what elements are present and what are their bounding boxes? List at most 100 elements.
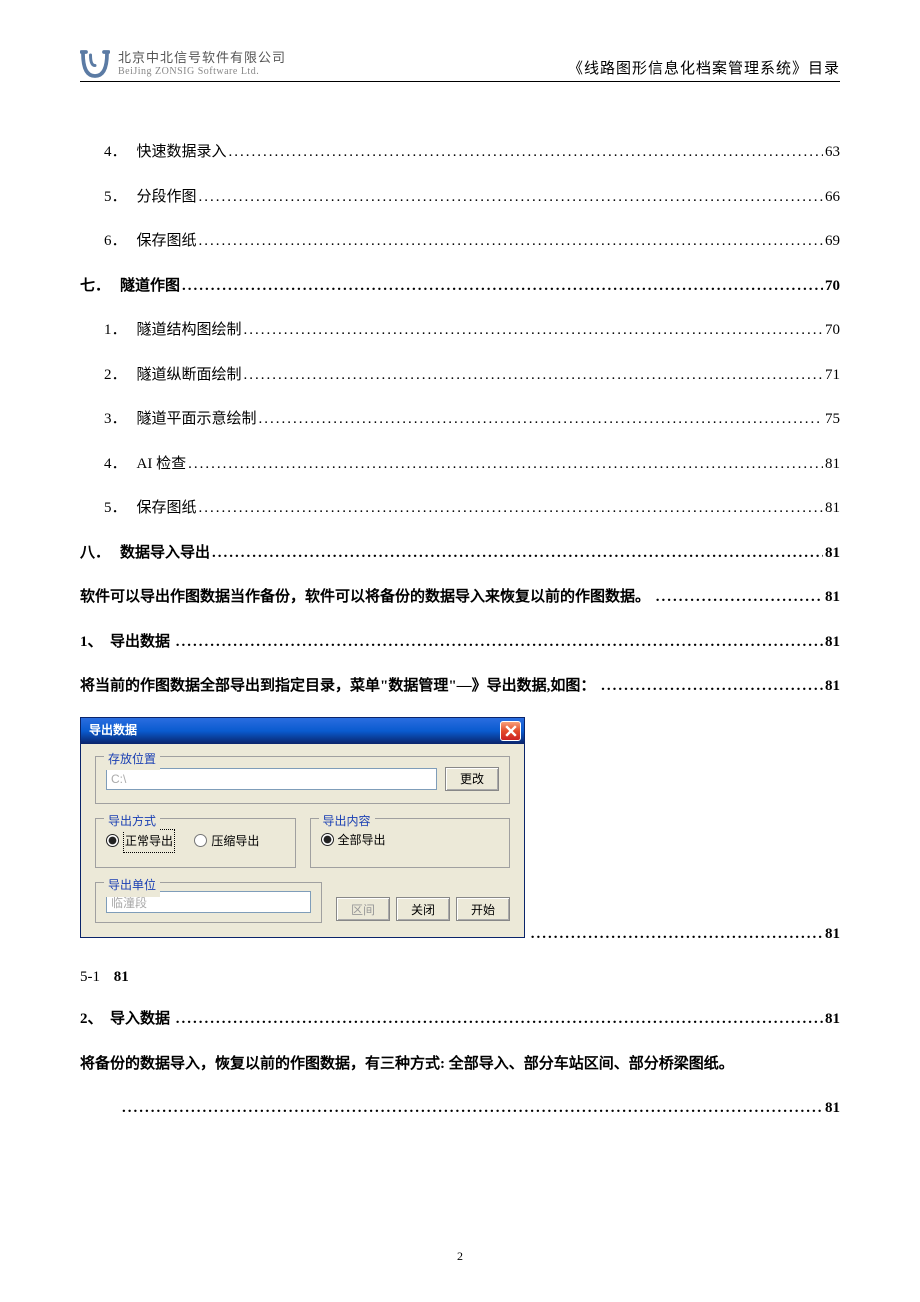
radio-compress[interactable] xyxy=(194,834,207,847)
toc-entry-page: 66 xyxy=(825,183,840,212)
toc-entry-num: 2． xyxy=(104,361,127,390)
radio-all[interactable] xyxy=(321,833,334,846)
change-button[interactable]: 更改 xyxy=(445,767,499,791)
company-name-en: BeiJing ZONSIG Software Ltd. xyxy=(118,66,286,78)
toc-subitem-num: 2、 xyxy=(80,1005,103,1034)
export-unit-fieldset: 导出单位 xyxy=(95,882,322,923)
logo-area: 北京中北信号软件有限公司 BeiJing ZONSIG Software Ltd… xyxy=(80,50,286,78)
toc-leader-dots xyxy=(531,920,823,949)
toc-leader-dots xyxy=(176,628,823,657)
range-button: 区间 xyxy=(336,897,390,921)
export-method-compress-radio[interactable]: 压缩导出 xyxy=(194,830,259,853)
toc-entry-title: 保存图纸 xyxy=(137,227,197,256)
toc-leader-dots xyxy=(182,272,823,301)
toc-leader-dots xyxy=(601,672,823,701)
company-name-cn: 北京中北信号软件有限公司 xyxy=(118,51,286,66)
toc-entry-page: 63 xyxy=(825,138,840,167)
toc-subitem-page: 81 xyxy=(825,628,840,657)
toc-entry[interactable]: 5． 保存图纸 81 xyxy=(80,494,840,523)
toc-entry-page: 70 xyxy=(825,272,840,301)
toc-entry[interactable]: 3． 隧道平面示意绘制 75 xyxy=(80,405,840,434)
toc-entry-num: 4． xyxy=(104,138,127,167)
toc-entry[interactable]: 2． 隧道纵断面绘制 71 xyxy=(80,361,840,390)
toc-description-text: 将当前的作图数据全部导出到指定目录，菜单"数据管理"—》导出数据,如图： xyxy=(80,672,595,701)
location-fieldset: 存放位置 更改 xyxy=(95,756,510,804)
toc-entry[interactable]: 4． AI 检查 81 xyxy=(80,450,840,479)
table-of-contents: 4． 快速数据录入 63 5． 分段作图 66 6． 保存图纸 69 七． 隧道… xyxy=(80,138,840,1123)
toc-leader-dots xyxy=(259,405,823,434)
toc-description-text: 将备份的数据导入，恢复以前的作图数据，有三种方式: 全部导入、部分车站区间、部分… xyxy=(80,1050,734,1079)
toc-leader-dots xyxy=(188,450,823,479)
toc-entry-num: 5． xyxy=(104,494,127,523)
toc-continuation-page: 81 xyxy=(825,920,840,949)
toc-entry[interactable]: 1． 隧道结构图绘制 70 xyxy=(80,316,840,345)
toc-leader-dots xyxy=(199,227,823,256)
toc-entry-page: 75 xyxy=(825,405,840,434)
export-content-legend: 导出内容 xyxy=(319,810,375,833)
toc-leader-dots xyxy=(244,316,823,345)
toc-entry-title: 隧道纵断面绘制 xyxy=(137,361,242,390)
company-logo-icon xyxy=(80,50,110,78)
location-input[interactable] xyxy=(106,768,437,790)
toc-entry-title: 快速数据录入 xyxy=(137,138,227,167)
radio-compress-label: 压缩导出 xyxy=(211,830,259,853)
toc-entry-title: 保存图纸 xyxy=(137,494,197,523)
start-button[interactable]: 开始 xyxy=(456,897,510,921)
export-dialog-screenshot: 导出数据 存放位置 更改 导出方式 xyxy=(80,717,525,939)
toc-leader-dots xyxy=(199,494,823,523)
toc-leader-dots xyxy=(122,1094,823,1123)
page-number: 2 xyxy=(0,1249,920,1264)
toc-entry-num: 1． xyxy=(104,316,127,345)
toc-entry-num: 3． xyxy=(104,405,127,434)
export-method-legend: 导出方式 xyxy=(104,810,160,833)
toc-continuation: 81 xyxy=(80,920,840,949)
dialog-title: 导出数据 xyxy=(89,719,137,742)
toc-subitem[interactable]: 1、 导出数据 81 xyxy=(80,628,840,657)
toc-description: 将当前的作图数据全部导出到指定目录，菜单"数据管理"—》导出数据,如图： 81 xyxy=(80,672,840,701)
page-header: 北京中北信号软件有限公司 BeiJing ZONSIG Software Ltd… xyxy=(80,50,840,82)
figure-number: 5-1 xyxy=(80,969,100,985)
radio-normal[interactable] xyxy=(106,834,119,847)
toc-section[interactable]: 七． 隧道作图 70 xyxy=(80,272,840,301)
dialog-body: 存放位置 更改 导出方式 正常导出 xyxy=(81,744,524,938)
toc-leader-dots xyxy=(176,1005,823,1034)
figure-page: 81 xyxy=(114,969,129,985)
dialog-button-row: 区间 关闭 开始 xyxy=(336,897,510,923)
figure-label: 5-1 81 xyxy=(80,963,840,992)
export-dialog: 导出数据 存放位置 更改 导出方式 xyxy=(80,717,525,939)
toc-entry-num: 5． xyxy=(104,183,127,212)
toc-section[interactable]: 八． 数据导入导出 81 xyxy=(80,539,840,568)
toc-description-page: 81 xyxy=(825,583,840,612)
toc-subitem-title: 导出数据 xyxy=(110,628,170,657)
toc-entry-num: 4． xyxy=(104,450,127,479)
export-content-fieldset: 导出内容 全部导出 xyxy=(310,818,511,869)
toc-entry-page: 69 xyxy=(825,227,840,256)
toc-continuation-page: 81 xyxy=(825,1094,840,1123)
toc-subitem[interactable]: 2、 导入数据 81 xyxy=(80,1005,840,1034)
location-legend: 存放位置 xyxy=(104,748,160,771)
toc-entry-page: 81 xyxy=(825,450,840,479)
toc-entry-num: 八． xyxy=(80,539,110,568)
toc-description: 将备份的数据导入，恢复以前的作图数据，有三种方式: 全部导入、部分车站区间、部分… xyxy=(80,1050,840,1079)
toc-leader-dots xyxy=(212,539,823,568)
toc-entry-page: 71 xyxy=(825,361,840,390)
toc-entry-page: 81 xyxy=(825,539,840,568)
toc-description: 软件可以导出作图数据当作备份，软件可以将备份的数据导入来恢复以前的作图数据。 8… xyxy=(80,583,840,612)
toc-entry-title: 隧道作图 xyxy=(120,272,180,301)
document-title: 《线路图形信息化档案管理系统》目录 xyxy=(568,57,840,78)
close-icon[interactable] xyxy=(500,721,521,741)
toc-description-text: 软件可以导出作图数据当作备份，软件可以将备份的数据导入来恢复以前的作图数据。 xyxy=(80,583,650,612)
toc-entry[interactable]: 6． 保存图纸 69 xyxy=(80,227,840,256)
dialog-titlebar[interactable]: 导出数据 xyxy=(81,718,524,744)
toc-leader-dots xyxy=(229,138,823,167)
close-button[interactable]: 关闭 xyxy=(396,897,450,921)
toc-entry[interactable]: 5． 分段作图 66 xyxy=(80,183,840,212)
toc-entry-title: 隧道结构图绘制 xyxy=(137,316,242,345)
toc-entry-num: 七． xyxy=(80,272,110,301)
toc-entry[interactable]: 4． 快速数据录入 63 xyxy=(80,138,840,167)
toc-entry-page: 70 xyxy=(825,316,840,345)
toc-entry-num: 6． xyxy=(104,227,127,256)
toc-continuation: 81 xyxy=(80,1094,840,1123)
export-method-fieldset: 导出方式 正常导出 压缩导出 xyxy=(95,818,296,869)
export-unit-legend: 导出单位 xyxy=(104,874,160,897)
